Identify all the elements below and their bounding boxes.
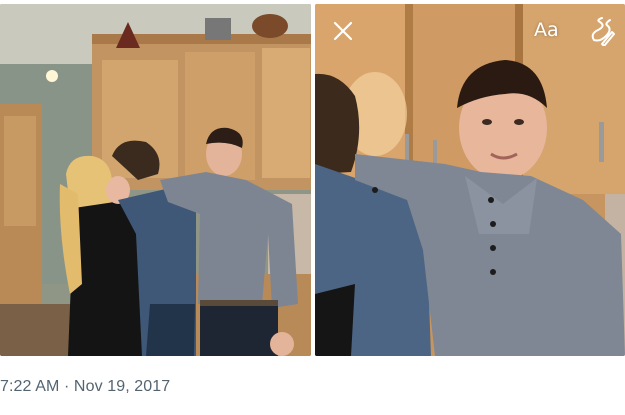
tweet-timestamp[interactable]: 7:22 AM · Nov 19, 2017 bbox=[0, 378, 625, 396]
pen-icon-glyph bbox=[591, 17, 615, 46]
close-icon-glyph bbox=[333, 21, 353, 41]
text-tool-button[interactable]: Aa bbox=[534, 16, 559, 44]
photo-scene-kitchen bbox=[0, 4, 311, 356]
tweet-photo-right[interactable] bbox=[315, 4, 625, 356]
pen-icon[interactable] bbox=[588, 16, 616, 46]
close-icon[interactable] bbox=[330, 18, 356, 44]
photo-scene-closeup bbox=[315, 4, 625, 356]
tweet-photo-left[interactable] bbox=[0, 4, 311, 356]
